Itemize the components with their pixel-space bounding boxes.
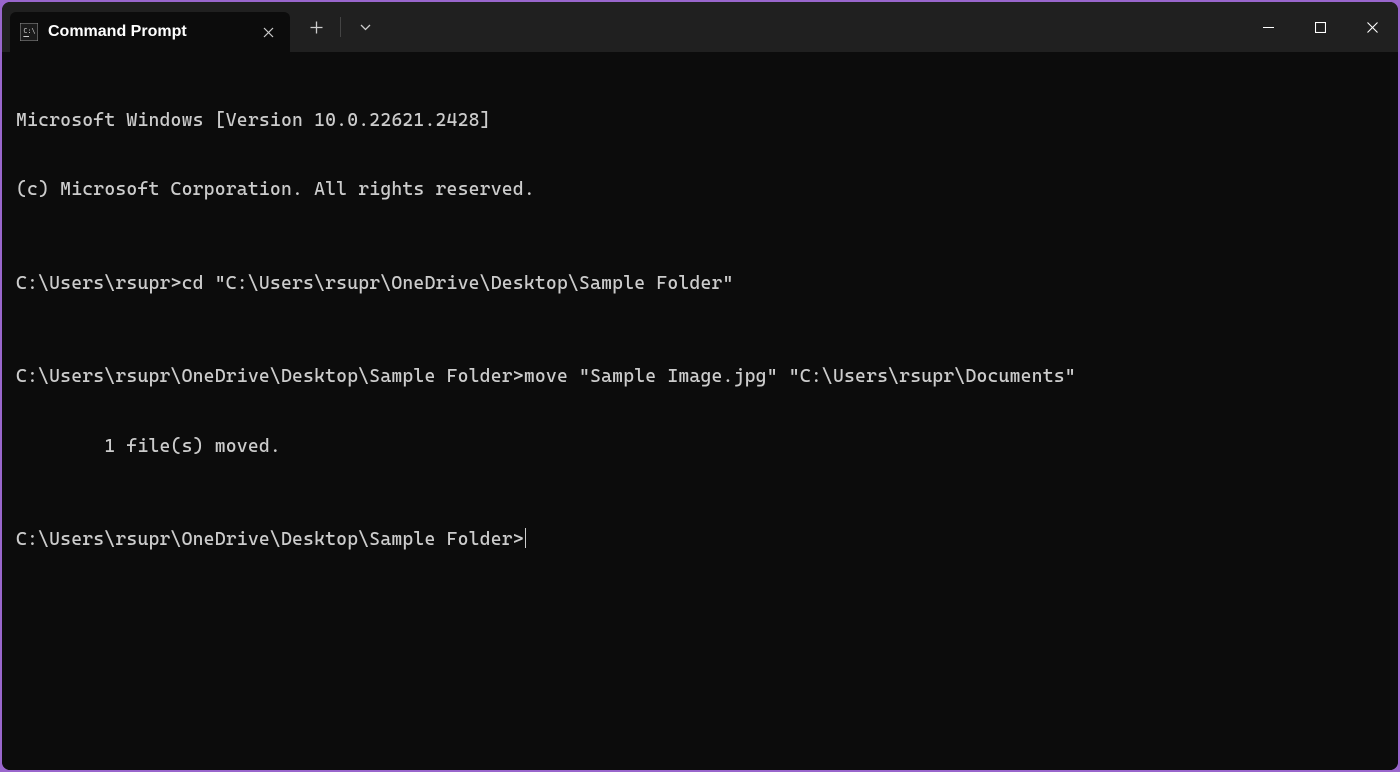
- close-icon: [1367, 22, 1378, 33]
- titlebar[interactable]: C:\ Command Prompt: [2, 2, 1398, 52]
- cmd-icon: C:\: [20, 23, 38, 41]
- minimize-button[interactable]: [1242, 2, 1294, 52]
- minimize-icon: [1263, 22, 1274, 33]
- tab-close-button[interactable]: [258, 22, 278, 42]
- tab-dropdown-button[interactable]: [347, 9, 383, 45]
- tab-area: C:\ Command Prompt: [2, 2, 290, 52]
- maximize-icon: [1315, 22, 1326, 33]
- terminal-line: Microsoft Windows [Version 10.0.22621.24…: [16, 109, 1384, 132]
- terminal-line: 1 file(s) moved.: [16, 435, 1384, 458]
- svg-text:C:\: C:\: [23, 27, 35, 35]
- terminal-content[interactable]: Microsoft Windows [Version 10.0.22621.24…: [2, 52, 1398, 770]
- terminal-line: C:\Users\rsupr>cd "C:\Users\rsupr\OneDri…: [16, 272, 1384, 295]
- tab-command-prompt[interactable]: C:\ Command Prompt: [10, 12, 290, 52]
- terminal-line: C:\Users\rsupr\OneDrive\Desktop\Sample F…: [16, 365, 1384, 388]
- terminal-line: (c) Microsoft Corporation. All rights re…: [16, 178, 1384, 201]
- tab-title: Command Prompt: [48, 23, 248, 41]
- tab-actions: [290, 2, 383, 52]
- maximize-button[interactable]: [1294, 2, 1346, 52]
- terminal-window: C:\ Command Prompt: [2, 2, 1398, 770]
- titlebar-drag-region[interactable]: [383, 2, 1242, 52]
- terminal-prompt: C:\Users\rsupr\OneDrive\Desktop\Sample F…: [16, 528, 524, 551]
- terminal-prompt-line: C:\Users\rsupr\OneDrive\Desktop\Sample F…: [16, 528, 1384, 551]
- new-tab-button[interactable]: [298, 9, 334, 45]
- window-controls: [1242, 2, 1398, 52]
- close-window-button[interactable]: [1346, 2, 1398, 52]
- divider: [340, 17, 341, 37]
- cursor: [525, 528, 526, 548]
- chevron-down-icon: [360, 24, 371, 31]
